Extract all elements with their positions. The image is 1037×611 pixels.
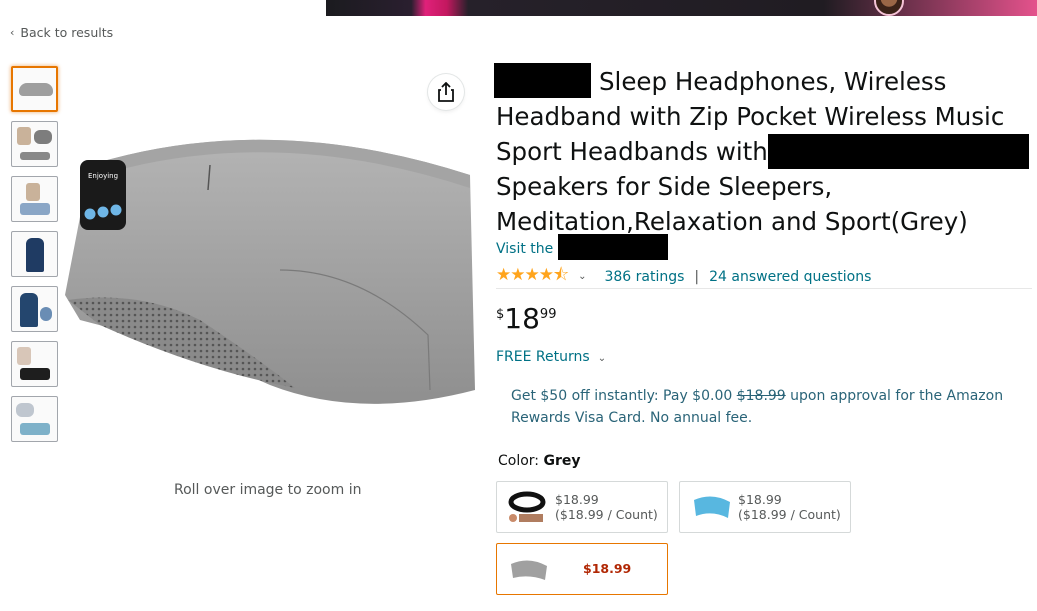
- ratings-link[interactable]: 386 ratings: [604, 269, 684, 285]
- visit-label: Visit the: [496, 241, 554, 257]
- swatch-unit-price: ($18.99 / Count): [555, 507, 658, 522]
- redacted-store-name: [558, 234, 668, 260]
- chevron-down-icon: ⌄: [597, 353, 607, 364]
- separator: |: [694, 268, 700, 285]
- thumbnail-4[interactable]: [11, 231, 58, 277]
- price-whole: 18: [504, 302, 540, 335]
- title-part-2: Headband with Zip Pocket Wireless Music: [496, 102, 1005, 131]
- share-icon: [438, 82, 454, 102]
- thumbnail-7[interactable]: [11, 396, 58, 442]
- color-swatch-blue[interactable]: $18.99 ($18.99 / Count): [679, 481, 851, 533]
- divider: [496, 288, 1032, 289]
- title-part-1: Sleep Headphones, Wireless: [599, 67, 947, 96]
- swatch-image: [508, 491, 546, 522]
- color-swatch-black[interactable]: $18.99 ($18.99 / Count): [496, 481, 668, 533]
- price-symbol: $: [496, 307, 505, 322]
- swatch-price-value: $18.99: [738, 492, 782, 507]
- swatch-unit-price: ($18.99 / Count): [738, 507, 841, 522]
- zoom-hint: Roll over image to zoom in: [174, 482, 362, 498]
- back-label: Back to results: [20, 25, 114, 40]
- star-rating-icon[interactable]: ★★★★⯪: [496, 262, 569, 291]
- swatch-price-value: $18.99: [583, 561, 632, 576]
- thumbnail-1[interactable]: [11, 66, 58, 112]
- title-part-5: Meditation,Relaxation and Sport(Grey): [496, 207, 968, 236]
- swatch-image: [694, 496, 730, 518]
- swatch-price: $18.99 ($18.99 / Count): [738, 492, 841, 522]
- promo-message[interactable]: Get $50 off instantly: Pay $0.00 $18.99 …: [511, 385, 1021, 429]
- swatch-image: [511, 560, 547, 580]
- returns-label: FREE Returns: [496, 349, 590, 365]
- chevron-left-icon: ‹: [10, 26, 15, 39]
- back-to-results-link[interactable]: ‹ Back to results: [10, 25, 113, 40]
- promo-text-1: Get $50 off instantly: Pay $0.00: [511, 388, 733, 404]
- answered-questions-link[interactable]: 24 answered questions: [709, 269, 871, 285]
- redacted-brand-2: [768, 134, 1029, 169]
- title-part-3: Sport Headbands with: [496, 137, 768, 166]
- thumbnail-6[interactable]: [11, 341, 58, 387]
- svg-text:Enjoying: Enjoying: [88, 172, 118, 180]
- redacted-brand-1: [494, 63, 591, 98]
- thumbnail-2[interactable]: [11, 121, 58, 167]
- promo-strike-price: $18.99: [736, 388, 786, 404]
- color-value: Grey: [543, 453, 581, 469]
- banner-avatar: [874, 0, 904, 16]
- color-label-text: Color:: [498, 453, 540, 469]
- thumbnail-3[interactable]: [11, 176, 58, 222]
- share-button[interactable]: [428, 74, 464, 110]
- swatch-price-value: $18.99: [555, 492, 599, 507]
- thumbnail-5[interactable]: [11, 286, 58, 332]
- price: $ 18 99: [496, 303, 556, 335]
- color-label: Color: Grey: [498, 453, 581, 469]
- title-part-4: Speakers for Side Sleepers,: [496, 172, 833, 201]
- visit-store-link[interactable]: Visit the: [496, 241, 553, 257]
- ad-banner[interactable]: [326, 0, 1037, 16]
- product-main-image[interactable]: Enjoying: [60, 120, 480, 420]
- price-fraction: 99: [539, 307, 557, 322]
- rating-row: ★★★★⯪ ⌄ 386 ratings | 24 answered questi…: [496, 262, 871, 291]
- chevron-down-icon[interactable]: ⌄: [578, 271, 586, 282]
- swatch-price: $18.99 ($18.99 / Count): [555, 492, 658, 522]
- thumbnail-list: [11, 66, 58, 451]
- free-returns-link[interactable]: FREE Returns ⌄: [496, 349, 606, 365]
- color-swatch-grey-selected[interactable]: $18.99: [496, 543, 668, 595]
